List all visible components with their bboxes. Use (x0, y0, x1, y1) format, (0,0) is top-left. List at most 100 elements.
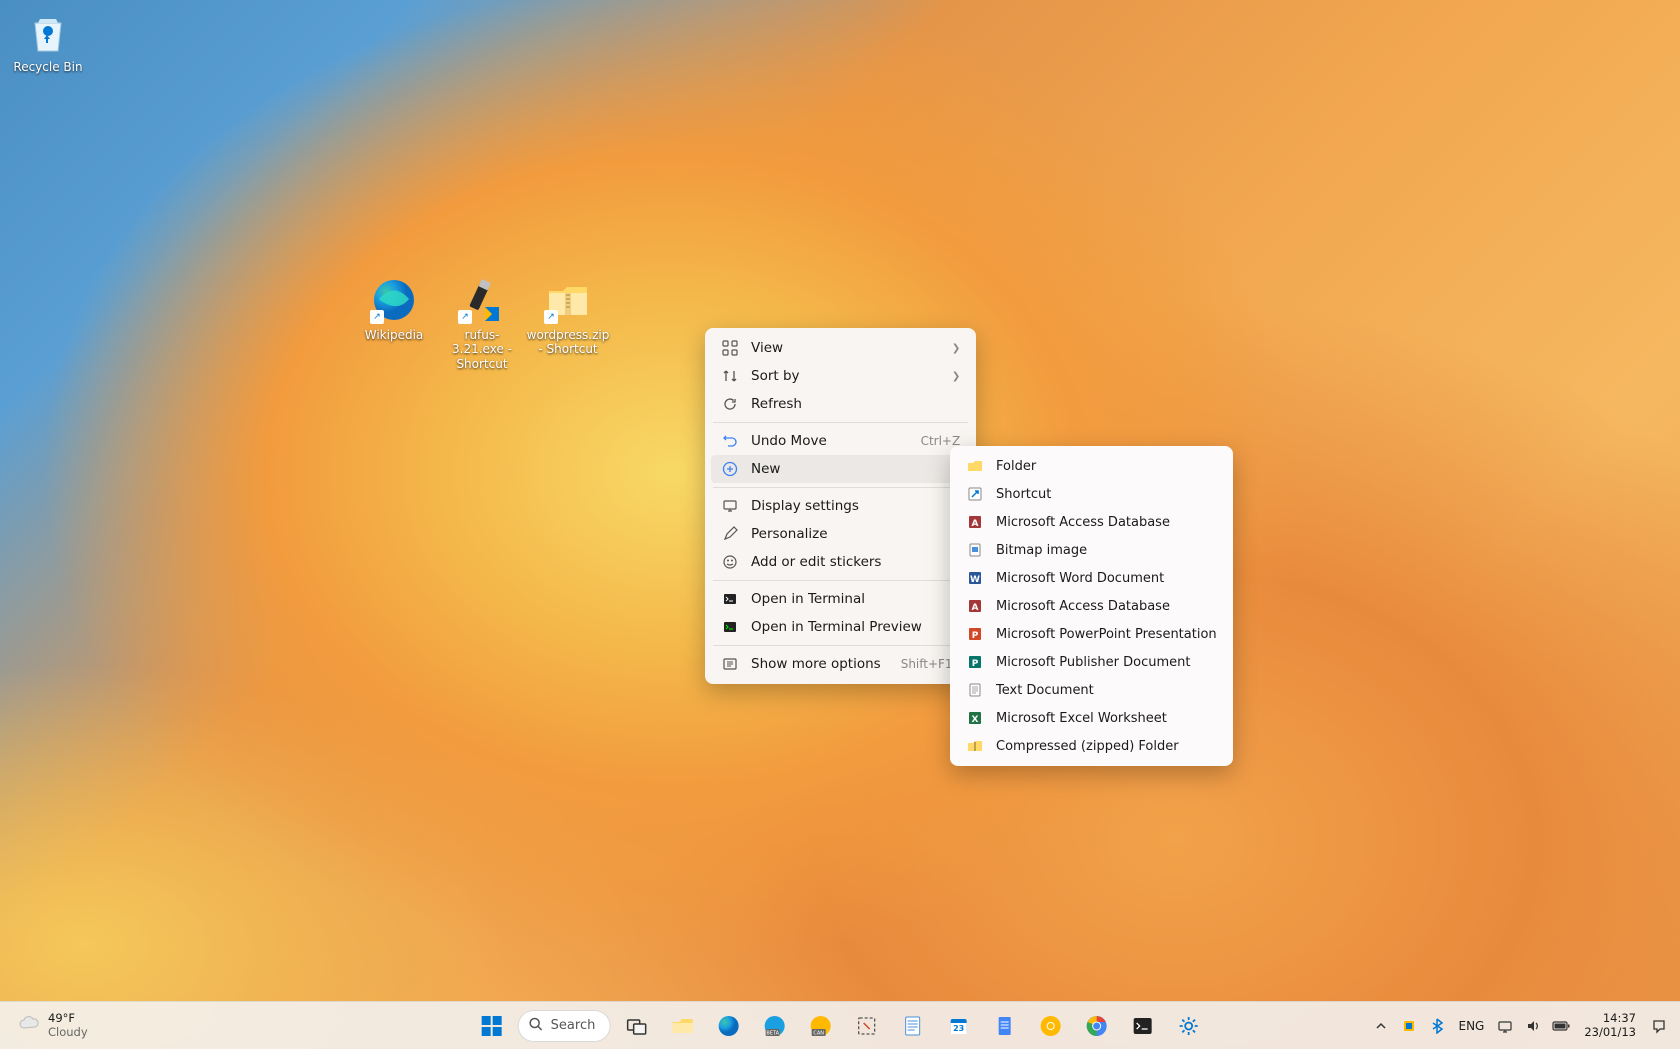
sub-item-text[interactable]: Text Document (956, 676, 1227, 704)
taskbar-center: Search BETA CAN 23 (472, 1002, 1209, 1049)
datetime-button[interactable]: 14:37 23/01/13 (1576, 1012, 1644, 1040)
svg-text:A: A (972, 603, 979, 613)
tray-battery-icon[interactable] (1548, 1006, 1574, 1046)
zip-folder-icon: ↗ (544, 276, 592, 324)
access-icon: A (966, 513, 984, 531)
desktop-icon-wordpress[interactable]: ↗ wordpress.zip - Shortcut (524, 272, 612, 361)
powerpoint-icon: P (966, 625, 984, 643)
tray-volume-icon[interactable] (1520, 1006, 1546, 1046)
recycle-bin-icon (24, 8, 72, 56)
terminal-icon (721, 590, 739, 608)
date-text: 23/01/13 (1584, 1026, 1636, 1040)
task-view-button[interactable] (616, 1006, 656, 1046)
sub-item-access-1[interactable]: A Microsoft Access Database (956, 508, 1227, 536)
sort-icon (721, 367, 739, 385)
sub-item-label: Microsoft Excel Worksheet (996, 711, 1167, 726)
desktop-context-menu: View ❯ Sort by ❯ Refresh Undo Move Ctrl+… (705, 328, 976, 684)
word-icon: W (966, 569, 984, 587)
sub-item-zip[interactable]: Compressed (zipped) Folder (956, 732, 1227, 760)
language-button[interactable]: ENG (1452, 1006, 1490, 1046)
sub-item-publisher[interactable]: P Microsoft Publisher Document (956, 648, 1227, 676)
cloud-icon (18, 1013, 40, 1039)
menu-item-open-terminal[interactable]: Open in Terminal (711, 585, 970, 613)
menu-item-label: Undo Move (751, 433, 901, 449)
tray-network-icon[interactable] (1492, 1006, 1518, 1046)
menu-divider (713, 487, 968, 488)
menu-item-sort-by[interactable]: Sort by ❯ (711, 362, 970, 390)
menu-item-view[interactable]: View ❯ (711, 334, 970, 362)
stickers-icon (721, 553, 739, 571)
personalize-icon (721, 525, 739, 543)
publisher-icon: P (966, 653, 984, 671)
sub-item-folder[interactable]: Folder (956, 452, 1227, 480)
settings-button[interactable] (1168, 1006, 1208, 1046)
desktop-icon-recycle-bin[interactable]: Recycle Bin (4, 4, 92, 78)
menu-item-refresh[interactable]: Refresh (711, 390, 970, 418)
sub-item-label: Text Document (996, 683, 1094, 698)
sub-item-label: Microsoft PowerPoint Presentation (996, 627, 1217, 642)
edge-button[interactable] (708, 1006, 748, 1046)
svg-text:W: W (970, 575, 980, 585)
menu-item-new[interactable]: New ❯ (711, 455, 970, 483)
search-label: Search (551, 1018, 596, 1033)
desktop-icon-label: wordpress.zip - Shortcut (527, 328, 610, 357)
shortcut-arrow-icon: ↗ (544, 310, 558, 324)
menu-item-label: Personalize (751, 526, 960, 542)
menu-item-label: Show more options (751, 656, 881, 672)
shortcut-icon (966, 485, 984, 503)
menu-item-undo-move[interactable]: Undo Move Ctrl+Z (711, 427, 970, 455)
display-icon (721, 497, 739, 515)
menu-item-label: Display settings (751, 498, 960, 514)
chrome-canary-button[interactable] (1030, 1006, 1070, 1046)
svg-text:A: A (972, 519, 979, 529)
edge-canary-button[interactable]: CAN (800, 1006, 840, 1046)
sub-item-excel[interactable]: X Microsoft Excel Worksheet (956, 704, 1227, 732)
file-explorer-button[interactable] (662, 1006, 702, 1046)
weather-widget[interactable]: 49°F Cloudy (10, 1008, 96, 1042)
svg-text:CAN: CAN (813, 1030, 824, 1036)
desktop-icon-rufus[interactable]: ↗ rufus-3.21.exe - Shortcut (438, 272, 526, 375)
chrome-button[interactable] (1076, 1006, 1116, 1046)
menu-item-open-terminal-preview[interactable]: Open in Terminal Preview (711, 613, 970, 641)
sub-item-label: Folder (996, 459, 1036, 474)
sub-item-label: Microsoft Publisher Document (996, 655, 1190, 670)
svg-text:P: P (972, 631, 979, 641)
folder-icon (966, 457, 984, 475)
new-icon (721, 460, 739, 478)
search-button[interactable]: Search (518, 1010, 611, 1042)
sub-item-label: Microsoft Access Database (996, 515, 1170, 530)
terminal-preview-icon (721, 618, 739, 636)
text-doc-icon (966, 681, 984, 699)
notifications-button[interactable] (1646, 1006, 1672, 1046)
menu-divider (713, 580, 968, 581)
notepad-button[interactable] (892, 1006, 932, 1046)
calendar-button[interactable]: 23 (938, 1006, 978, 1046)
menu-item-display-settings[interactable]: Display settings (711, 492, 970, 520)
docs-button[interactable] (984, 1006, 1024, 1046)
desktop-icon-label: Wikipedia (365, 328, 424, 342)
menu-item-personalize[interactable]: Personalize (711, 520, 970, 548)
undo-icon (721, 432, 739, 450)
start-button[interactable] (472, 1006, 512, 1046)
tray-security-icon[interactable] (1396, 1006, 1422, 1046)
menu-item-show-more[interactable]: Show more options Shift+F10 (711, 650, 970, 678)
desktop-icon-wikipedia[interactable]: ↗ Wikipedia (350, 272, 438, 346)
excel-icon: X (966, 709, 984, 727)
sub-item-bitmap[interactable]: Bitmap image (956, 536, 1227, 564)
menu-item-stickers[interactable]: Add or edit stickers (711, 548, 970, 576)
terminal-button[interactable] (1122, 1006, 1162, 1046)
sub-item-word[interactable]: W Microsoft Word Document (956, 564, 1227, 592)
svg-text:X: X (972, 715, 979, 725)
tray-chevron-up[interactable] (1368, 1006, 1394, 1046)
show-more-icon (721, 655, 739, 673)
sub-item-powerpoint[interactable]: P Microsoft PowerPoint Presentation (956, 620, 1227, 648)
edge-beta-button[interactable]: BETA (754, 1006, 794, 1046)
sub-item-access-2[interactable]: A Microsoft Access Database (956, 592, 1227, 620)
menu-item-label: Add or edit stickers (751, 554, 960, 570)
desktop-icon-label: rufus-3.21.exe - Shortcut (442, 328, 522, 371)
tray-bluetooth-icon[interactable] (1424, 1006, 1450, 1046)
sub-item-shortcut[interactable]: Shortcut (956, 480, 1227, 508)
snipping-tool-button[interactable] (846, 1006, 886, 1046)
sub-item-label: Shortcut (996, 487, 1051, 502)
view-icon (721, 339, 739, 357)
